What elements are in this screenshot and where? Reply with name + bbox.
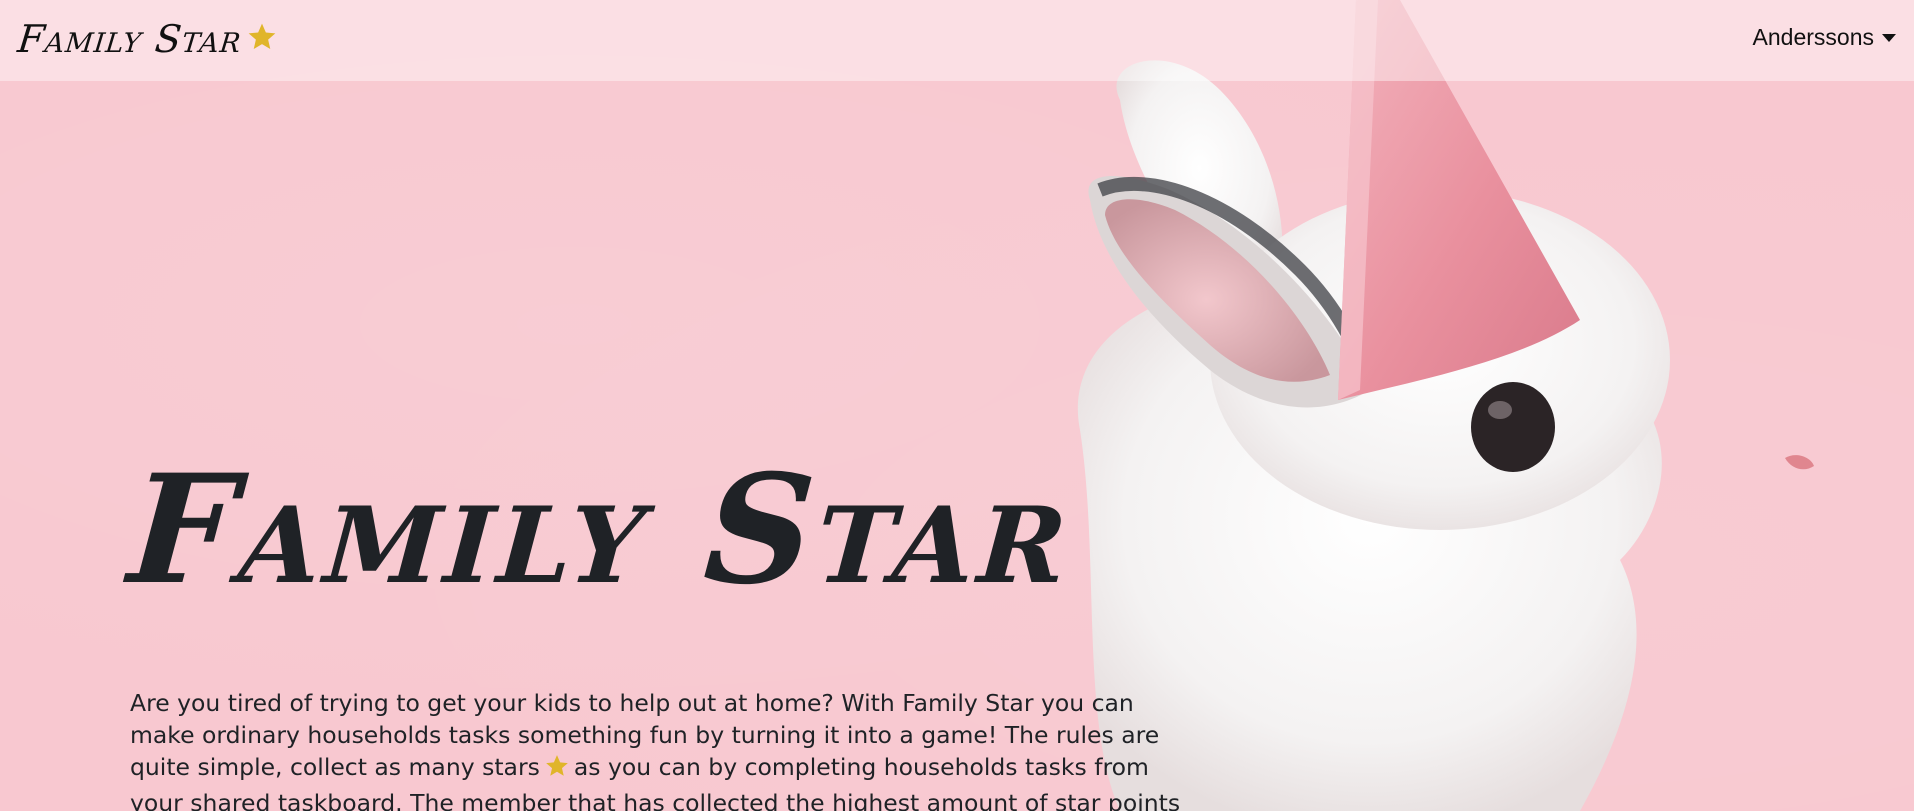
caret-down-icon bbox=[1882, 33, 1896, 42]
hero-description: Are you tired of trying to get your kids… bbox=[130, 687, 1200, 811]
star-icon bbox=[544, 753, 570, 787]
star-icon bbox=[246, 21, 278, 57]
hero-section: Family Star Anderssons Family Star Are y… bbox=[0, 0, 1914, 811]
user-menu-label: Anderssons bbox=[1752, 24, 1874, 50]
hero-title: Family Star bbox=[123, 442, 1078, 618]
brand-link[interactable]: Family Star bbox=[15, 14, 278, 64]
navbar: Family Star Anderssons bbox=[0, 0, 1914, 81]
brand-name: Family Star bbox=[15, 17, 244, 61]
user-menu-dropdown[interactable]: Anderssons bbox=[1753, 24, 1896, 51]
